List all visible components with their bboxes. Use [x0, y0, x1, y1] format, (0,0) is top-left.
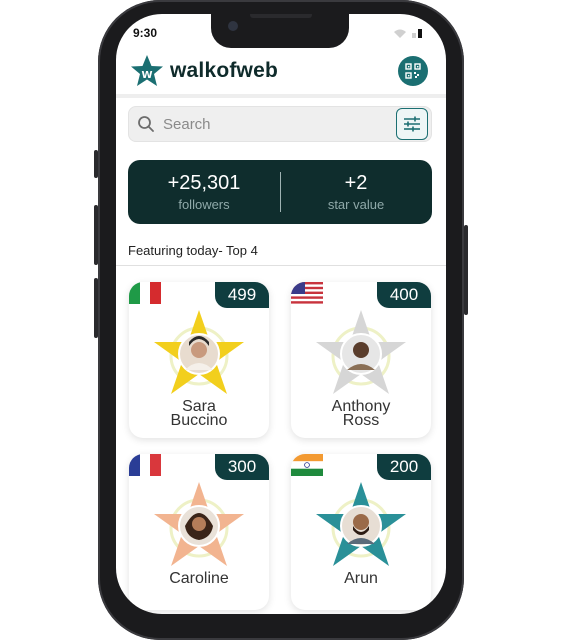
- profile-name: Arun: [291, 570, 431, 587]
- sliders-icon: [404, 116, 420, 132]
- score-badge: 499: [215, 282, 269, 308]
- status-time: 9:30: [133, 26, 158, 40]
- score-badge: 400: [377, 282, 431, 308]
- header-divider: [116, 94, 446, 98]
- france-flag-icon: [129, 454, 161, 476]
- qr-code-button[interactable]: [398, 56, 428, 86]
- svg-text:W: W: [141, 70, 152, 81]
- logo[interactable]: W walkofweb: [130, 54, 278, 88]
- last-name: Buccino: [170, 412, 228, 429]
- camera-icon: [228, 21, 238, 31]
- star-avatar: [154, 310, 244, 394]
- usa-flag-icon: [291, 282, 323, 304]
- followers-stat: +25,301 followers: [128, 160, 280, 224]
- star-value-stat: +2 star value: [280, 160, 432, 224]
- search-icon: [138, 116, 154, 132]
- star-value-value: +2: [344, 172, 368, 194]
- search-input[interactable]: [163, 107, 383, 141]
- last-name: Ross: [342, 412, 380, 429]
- section-title: Featuring today- Top 4: [128, 243, 258, 258]
- volume-up-button: [94, 205, 98, 265]
- section-divider: [116, 265, 446, 266]
- qr-code-icon: [405, 63, 421, 79]
- notch: [211, 14, 349, 48]
- profile-name: Sara Buccino: [129, 399, 269, 429]
- star-avatar: [154, 482, 244, 566]
- profile-card[interactable]: 400 Anthony Ross: [291, 282, 431, 438]
- first-name: Caroline: [169, 570, 229, 587]
- profile-card[interactable]: 300 Caroline: [129, 454, 269, 610]
- logo-star-icon: W: [131, 55, 163, 86]
- profile-card[interactable]: 200 Arun: [291, 454, 431, 610]
- score-badge: 300: [215, 454, 269, 480]
- stats-divider: [280, 172, 281, 212]
- followers-label: followers: [178, 197, 230, 212]
- star-value-label: star value: [327, 197, 385, 212]
- profile-name: Anthony Ross: [291, 399, 431, 429]
- first-name: Arun: [344, 570, 378, 587]
- app-screen: 9:30 W walkofweb Search +25,301 follower…: [116, 14, 446, 614]
- star-avatar: [316, 482, 406, 566]
- filter-button[interactable]: [396, 108, 428, 140]
- followers-value: +25,301: [167, 172, 241, 194]
- status-icons: [392, 26, 432, 44]
- profile-card[interactable]: 499 Sara Buccino: [129, 282, 269, 438]
- search-bar: [128, 106, 432, 142]
- stats-panel: +25,301 followers +2 star value: [128, 160, 432, 224]
- profile-name: Caroline: [129, 570, 269, 587]
- italy-flag-icon: [129, 282, 161, 304]
- brand-name: walkofweb: [170, 59, 278, 82]
- score-badge: 200: [377, 454, 431, 480]
- volume-down-button: [94, 278, 98, 338]
- star-avatar: [316, 310, 406, 394]
- speaker: [250, 14, 312, 18]
- india-flag-icon: [291, 454, 323, 476]
- wifi-battery-icon: [394, 29, 422, 38]
- power-button: [464, 225, 468, 315]
- mute-switch: [94, 150, 98, 178]
